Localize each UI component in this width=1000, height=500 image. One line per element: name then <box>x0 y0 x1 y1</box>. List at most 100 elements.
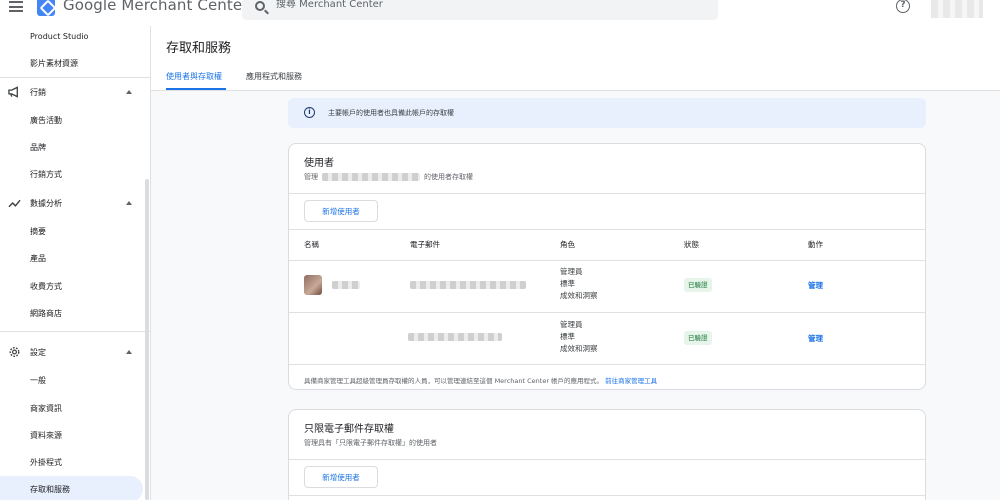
tab-apps-and-services[interactable]: 應用程式和服務 <box>246 71 302 82</box>
role-label: 管理員 <box>560 320 583 329</box>
search-input[interactable] <box>276 0 676 10</box>
info-icon: i <box>304 107 315 118</box>
sidebar-item-brand[interactable]: 品牌 <box>0 134 143 160</box>
sidebar-item-billing[interactable]: 收費方式 <box>0 273 143 299</box>
status-badge: 已驗證 <box>684 331 712 345</box>
sidebar-item-products[interactable]: 產品 <box>0 245 143 271</box>
sidebar-item-online-store[interactable]: 網路商店 <box>0 300 143 326</box>
search-bar[interactable] <box>242 0 718 20</box>
sidebar-item-data-sources[interactable]: 資料來源 <box>0 422 143 448</box>
divider <box>289 229 925 230</box>
megaphone-icon <box>8 86 18 98</box>
sidebar: Product Studio 影片素材資源 行銷 廣告活動 品牌 行銷方式 數據… <box>0 26 151 500</box>
sidebar-divider <box>0 77 151 78</box>
sidebar-item-label: 資料來源 <box>30 430 62 440</box>
status-badge: 已驗證 <box>684 278 712 292</box>
role-label: 成效和洞察 <box>560 291 598 300</box>
divider <box>289 495 925 496</box>
merchant-center-logo-icon <box>37 0 55 16</box>
account-avatar[interactable] <box>931 0 983 18</box>
divider <box>289 193 925 194</box>
role-label: 管理員 <box>560 267 583 276</box>
search-icon <box>255 1 265 11</box>
sidebar-item-label: 品牌 <box>30 142 46 152</box>
sidebar-item-label: Product Studio <box>30 31 89 41</box>
sidebar-item-label: 摘要 <box>30 226 46 236</box>
gear-icon <box>9 347 20 357</box>
column-header-status[interactable]: 狀態 <box>684 239 699 250</box>
sidebar-scrollbar[interactable] <box>145 179 149 500</box>
divider <box>289 364 925 365</box>
users-card-title: 使用者 <box>304 158 334 169</box>
sidebar-group-settings[interactable]: 設定 <box>0 339 143 365</box>
info-banner-text: 主要帳戶的使用者也具備此帳戶的存取權 <box>328 109 454 117</box>
sidebar-item-label: 網路商店 <box>30 308 62 318</box>
sidebar-item-label: 商家資訊 <box>30 403 62 413</box>
sidebar-item-label: 收費方式 <box>30 281 62 291</box>
sidebar-item-general[interactable]: 一般 <box>0 367 143 393</box>
subtitle-suffix: 的使用者存取權 <box>424 173 473 181</box>
redacted-account-name <box>322 173 420 181</box>
manage-user-link[interactable]: 管理 <box>808 333 823 344</box>
column-header-role[interactable]: 角色 <box>560 239 575 250</box>
email-only-card-title: 只限電子郵件存取權 <box>304 424 394 435</box>
chevron-up-icon <box>126 350 132 354</box>
user-roles: 管理員 標準 成效和洞察 <box>560 319 598 355</box>
business-manager-link[interactable]: 前往商家管理工具 <box>605 377 657 385</box>
sidebar-item-summary[interactable]: 摘要 <box>0 218 143 244</box>
column-header-email[interactable]: 電子郵件 <box>410 239 440 250</box>
sidebar-item-label: 行銷 <box>30 87 46 97</box>
sidebar-item-product-studio[interactable]: Product Studio <box>0 23 143 49</box>
role-label: 標準 <box>560 279 575 288</box>
sidebar-item-access-and-services[interactable]: 存取和服務 <box>0 476 143 500</box>
sidebar-item-label: 一般 <box>30 375 46 385</box>
info-banner: i 主要帳戶的使用者也具備此帳戶的存取權 <box>288 98 926 128</box>
sidebar-item-label: 行銷方式 <box>30 169 62 179</box>
help-icon[interactable]: ? <box>896 0 910 13</box>
sidebar-item-label: 廣告活動 <box>30 115 62 125</box>
sidebar-group-marketing[interactable]: 行銷 <box>0 79 143 105</box>
user-roles: 管理員 標準 成效和洞察 <box>560 266 598 302</box>
users-card: 使用者 管理 的使用者存取權 新增使用者 名稱 電子郵件 角色 狀態 動作 管理… <box>288 143 926 390</box>
redacted-user-name <box>332 281 360 289</box>
chevron-up-icon <box>126 201 132 205</box>
sidebar-item-video-assets[interactable]: 影片素材資源 <box>0 50 143 76</box>
footnote-text: 具備商家管理工具超級管理員存取權的人員，可以管理連結至這個 Merchant C… <box>304 377 604 385</box>
sidebar-item-label: 影片素材資源 <box>30 58 78 68</box>
sidebar-item-label: 外掛程式 <box>30 457 62 467</box>
redacted-user-email <box>408 333 502 341</box>
sidebar-item-add-ons[interactable]: 外掛程式 <box>0 449 143 475</box>
redacted-user-email <box>410 281 526 289</box>
add-email-user-button[interactable]: 新增使用者 <box>304 466 378 488</box>
sidebar-divider <box>0 331 151 332</box>
divider <box>289 260 925 261</box>
top-app-bar: Google Merchant Center ? <box>0 0 1000 26</box>
sidebar-item-label: 設定 <box>30 347 46 357</box>
sidebar-group-analytics[interactable]: 數據分析 <box>0 190 143 216</box>
role-label: 成效和洞察 <box>560 344 598 353</box>
email-only-access-card: 只限電子郵件存取權 管理具有「只限電子郵件存取權」的使用者 新增使用者 <box>288 409 926 500</box>
divider <box>289 459 925 460</box>
column-header-actions[interactable]: 動作 <box>808 239 823 250</box>
main-content: 存取和服務 使用者與存取權 應用程式和服務 i 主要帳戶的使用者也具備此帳戶的存… <box>151 26 1000 500</box>
brand-name[interactable]: Google Merchant Center <box>63 0 248 14</box>
trending-up-icon <box>8 199 21 208</box>
sidebar-item-label: 產品 <box>30 253 46 263</box>
page-header: 存取和服務 使用者與存取權 應用程式和服務 <box>151 26 1000 91</box>
manage-user-link[interactable]: 管理 <box>808 280 823 291</box>
subtitle-prefix: 管理 <box>304 173 318 181</box>
role-label: 標準 <box>560 332 575 341</box>
chevron-up-icon <box>126 90 132 94</box>
sidebar-item-marketing-methods[interactable]: 行銷方式 <box>0 161 143 187</box>
tab-users-and-access[interactable]: 使用者與存取權 <box>166 71 222 82</box>
add-user-button[interactable]: 新增使用者 <box>304 200 378 222</box>
sidebar-item-campaigns[interactable]: 廣告活動 <box>0 107 143 133</box>
active-tab-indicator <box>166 88 226 90</box>
column-header-name[interactable]: 名稱 <box>304 239 319 250</box>
sidebar-item-business-info[interactable]: 商家資訊 <box>0 395 143 421</box>
sidebar-item-label: 存取和服務 <box>30 484 70 494</box>
avatar <box>304 275 322 295</box>
menu-icon[interactable] <box>9 1 23 15</box>
footnote: 具備商家管理工具超級管理員存取權的人員，可以管理連結至這個 Merchant C… <box>304 375 657 385</box>
divider <box>289 312 925 313</box>
